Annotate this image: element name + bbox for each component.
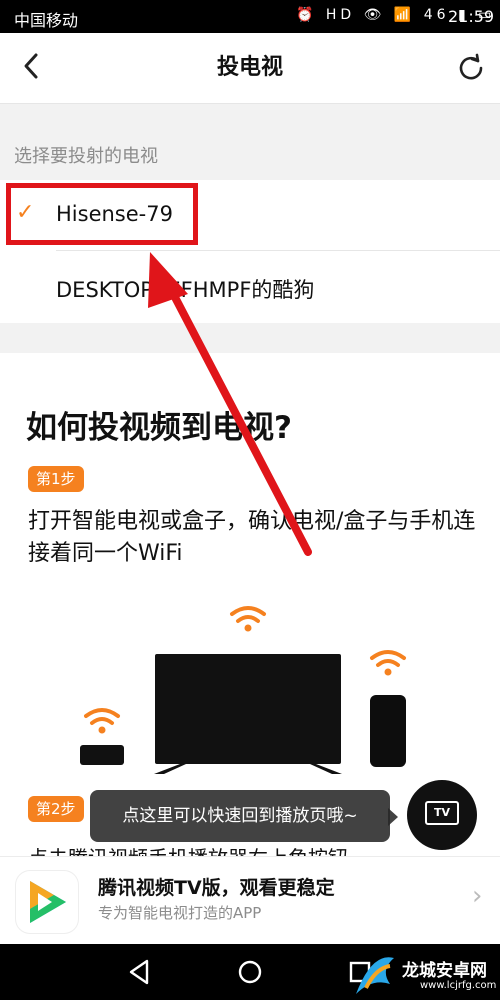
tv-icon: TV <box>425 801 459 825</box>
tooltip: 点这里可以快速回到播放页哦~ <box>90 790 390 842</box>
tv-illustration <box>155 654 341 764</box>
carrier-label: 中国移动 <box>14 11 79 30</box>
back-nav-icon[interactable] <box>125 957 155 987</box>
wifi-icon <box>230 606 266 632</box>
status-bar: 中国移动 ⏰ HD 👁 📶 46 ▮ ▭ 21:59 <box>0 0 500 33</box>
step-badge: 第1步 <box>28 466 84 492</box>
step-badge: 第2步 <box>28 796 84 822</box>
wifi-icon <box>370 650 406 676</box>
wifi-icon <box>84 708 120 734</box>
home-nav-icon[interactable] <box>235 957 265 987</box>
annotation-arrow-icon <box>148 252 312 556</box>
device-section-header: 选择要投射的电视 <box>0 104 500 180</box>
highlight-box <box>6 183 198 245</box>
banner-title: 腾讯视频TV版，观看更稳定 <box>98 877 335 899</box>
watermark-url: www.lcjrfg.com <box>420 980 497 991</box>
chevron-right-icon: › <box>472 881 483 911</box>
watermark-text: 龙城安卓网 <box>402 961 487 981</box>
top-bar: 投电视 <box>0 33 500 104</box>
device-section-label: 选择要投射的电视 <box>14 146 158 167</box>
tv-return-button[interactable]: TV <box>407 780 477 850</box>
tv-stand-icon <box>310 764 342 774</box>
page-title: 投电视 <box>216 55 283 80</box>
app-logo-icon <box>16 871 78 933</box>
refresh-icon[interactable] <box>456 53 486 83</box>
clock: 21:59 <box>448 7 495 26</box>
tooltip-arrow <box>388 808 398 826</box>
chevron-left-icon[interactable] <box>20 49 44 83</box>
tv-app-banner[interactable]: 腾讯视频TV版，观看更稳定 专为智能电视打造的APP › <box>0 856 500 945</box>
banner-subtitle: 专为智能电视打造的APP <box>98 904 262 922</box>
phone-illustration <box>370 695 406 767</box>
set-top-box-illustration <box>80 745 124 765</box>
tv-stand-icon <box>154 764 186 774</box>
